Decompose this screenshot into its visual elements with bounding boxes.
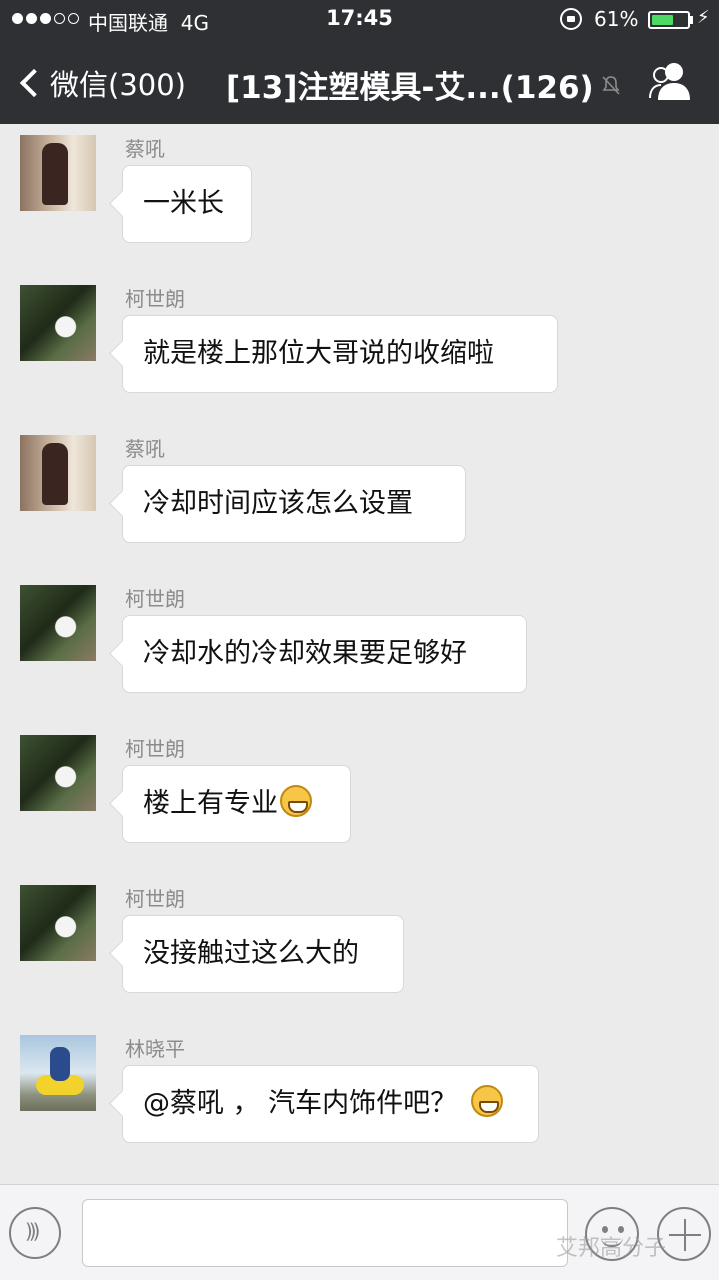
chat-title: [13]注塑模具-艾...(126) [226,70,594,106]
sender-name: 蔡吼 [125,137,165,161]
grin-emoji-icon [280,785,312,817]
avatar[interactable] [20,435,96,511]
message-row: 柯世朗楼上有专业 [0,729,719,879]
message-text: @蔡吼 ， 汽车内饰件吧？ [143,1088,458,1119]
message-row: 柯世朗就是楼上那位大哥说的收缩啦 [0,279,719,429]
sender-name: 林晓平 [125,1037,185,1061]
message-bubble[interactable]: @蔡吼 ， 汽车内饰件吧？ [122,1065,539,1143]
avatar[interactable] [20,285,96,361]
avatar[interactable] [20,885,96,961]
message-text: 一米长 [143,188,224,219]
battery-icon [648,11,690,29]
header: 中国联通 4G 17:45 61% ⚡ 微信(300) [13]注塑模具-艾..… [0,0,719,124]
message-bubble[interactable]: 一米长 [122,165,252,243]
rotation-lock-icon [560,8,582,30]
back-button[interactable]: 微信(300) [16,62,186,104]
message-text: 没接触过这么大的 [143,938,359,969]
sender-name: 柯世朗 [125,587,185,611]
mute-icon [602,76,620,95]
avatar[interactable] [20,1035,96,1111]
avatar[interactable] [20,585,96,661]
sender-name: 柯世朗 [125,737,185,761]
message-input[interactable] [82,1199,568,1267]
message-bubble[interactable]: 就是楼上那位大哥说的收缩啦 [122,315,558,393]
sender-name: 柯世朗 [125,287,185,311]
watermark: 艾邦高分子 [556,1236,667,1261]
back-chevron-icon [19,68,49,98]
message-text: 就是楼上那位大哥说的收缩啦 [143,338,494,369]
battery-percent: 61% [594,7,639,31]
voice-icon[interactable] [9,1207,61,1259]
chat-area[interactable]: 蔡吼 一米长 柯世朗 就是楼上那位大哥说的收缩啦 蔡吼 冷却时间应该怎么设置 柯世朗 冷却水的… [0,124,719,1184]
message-bubble[interactable]: 没接触过这么大的 [122,915,404,993]
message-text: 冷却水的冷却效果要足够好 [143,638,467,669]
message-bubble[interactable]: 冷却水的冷却效果要足够好 [122,615,527,693]
avatar[interactable] [20,135,96,211]
status-bar: 中国联通 4G 17:45 61% ⚡ [0,0,719,40]
contacts-icon[interactable] [648,60,694,102]
battery-tip [690,16,693,24]
navigation-bar: 微信(300) [13]注塑模具-艾...(126) [0,40,719,124]
message-row: 蔡吼一米长 [0,129,719,279]
sender-name: 柯世朗 [125,887,185,911]
charging-icon: ⚡ [697,7,710,28]
message-bubble[interactable]: 楼上有专业 [122,765,351,843]
message-row: 蔡吼冷却时间应该怎么设置 [0,429,719,579]
message-bubble[interactable]: 冷却时间应该怎么设置 [122,465,466,543]
message-row: 林晓平 @蔡吼 ， 汽车内饰件吧？ [0,1029,719,1179]
back-label: 微信(300) [50,68,186,102]
message-text: 冷却时间应该怎么设置 [143,488,413,519]
sender-name: 蔡吼 [125,437,165,461]
message-row: 柯世朗冷却水的冷却效果要足够好 [0,579,719,729]
grin-emoji-icon [471,1085,504,1117]
message-row: 柯世朗没接触过这么大的 [0,879,719,1029]
message-text: 楼上有专业 [143,788,278,819]
avatar[interactable] [20,735,96,811]
